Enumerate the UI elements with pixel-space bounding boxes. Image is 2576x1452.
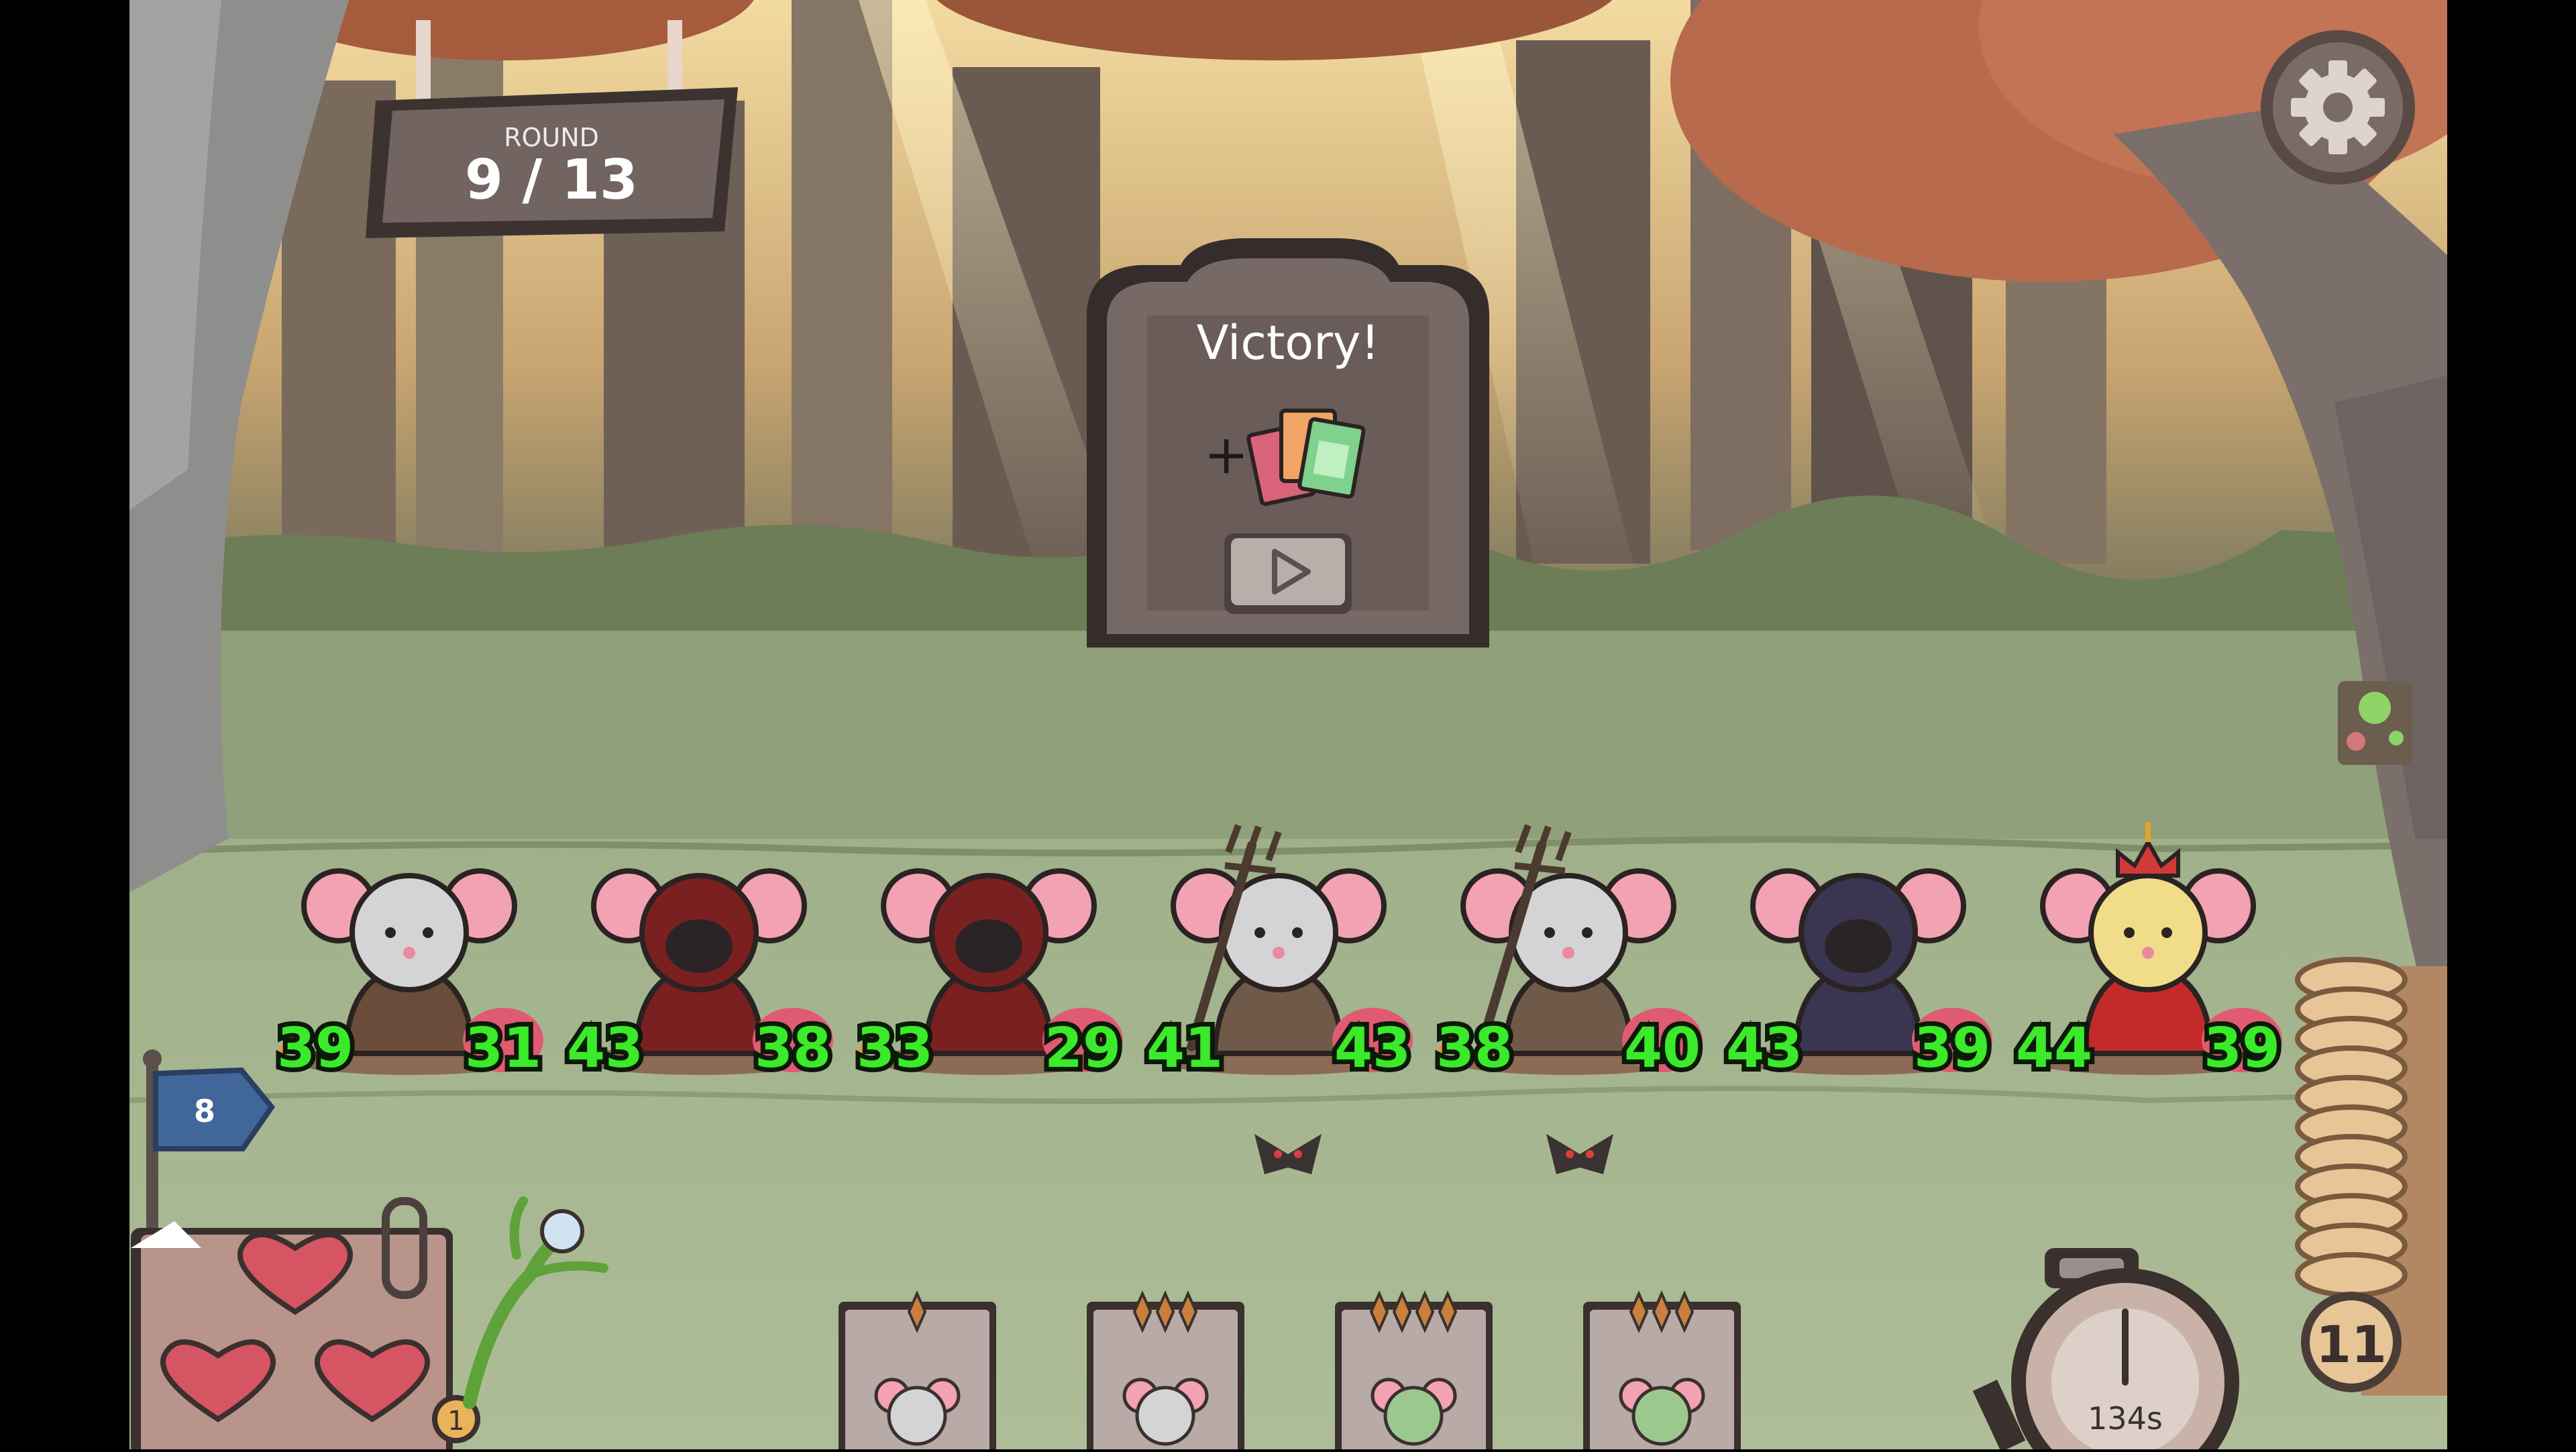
unit-attack: 41 [1146, 1017, 1223, 1080]
unit-attack: 44 [2016, 1017, 2092, 1080]
unit-health: 43 [1334, 1017, 1411, 1080]
unit-attack: 38 [1436, 1017, 1513, 1080]
unit-health: 29 [1044, 1017, 1121, 1080]
settings-button[interactable] [2261, 30, 2415, 185]
eye [2124, 927, 2135, 938]
unit-attack: 33 [857, 1017, 933, 1080]
nose [1562, 947, 1574, 959]
unit-head [350, 873, 469, 992]
flag-value: 8 [194, 1093, 215, 1129]
shop-slot[interactable] [839, 1290, 996, 1452]
unit-health: 39 [1914, 1017, 1990, 1080]
eye [1292, 927, 1303, 938]
gear-icon [2291, 60, 2385, 154]
eye [1254, 927, 1265, 938]
unit-attack: 43 [1726, 1017, 1803, 1080]
nose [403, 947, 415, 959]
coin-icon [2295, 1252, 2408, 1298]
game-screen: ROUND 9 / 13 Victory! + 39 31 43 38 33 2… [0, 0, 2576, 1452]
victory-panel: Victory! + [1087, 238, 1489, 647]
lives-board [131, 1197, 453, 1452]
round-counter: 9 / 13 [465, 148, 638, 212]
shop-slot[interactable] [1583, 1290, 1741, 1452]
eye [1582, 927, 1593, 938]
reward-prefix: + [1203, 423, 1248, 486]
lives-badge-value: 1 [447, 1406, 464, 1437]
unit-health: 31 [465, 1017, 541, 1080]
unit-attack: 43 [567, 1017, 643, 1080]
unit-head [2088, 873, 2208, 992]
timer-value: 134s [2088, 1400, 2163, 1437]
nose [2142, 947, 2154, 959]
bubble-item-icon[interactable] [2338, 681, 2412, 765]
unit-attack: 39 [277, 1017, 354, 1080]
eye [1544, 927, 1555, 938]
eye [2161, 927, 2172, 938]
nose [1273, 947, 1285, 959]
face-shadow [1825, 919, 1892, 973]
face-shadow [665, 919, 733, 973]
unit-health: 38 [755, 1017, 831, 1080]
continue-button[interactable] [1224, 533, 1352, 614]
eye [385, 927, 396, 938]
coin-count: 11 [2316, 1314, 2387, 1374]
victory-title: Victory! [1197, 315, 1380, 370]
face-shadow [955, 919, 1022, 973]
unit-health: 40 [1624, 1017, 1701, 1080]
shop-slot[interactable] [1087, 1290, 1244, 1452]
coin-stack: 11 [2295, 957, 2447, 1396]
shop-slot[interactable] [1335, 1290, 1493, 1452]
game-canvas: ROUND 9 / 13 Victory! + 39 31 43 38 33 2… [0, 0, 2576, 1452]
eye [423, 927, 433, 938]
unit-health: 39 [2204, 1017, 2280, 1080]
